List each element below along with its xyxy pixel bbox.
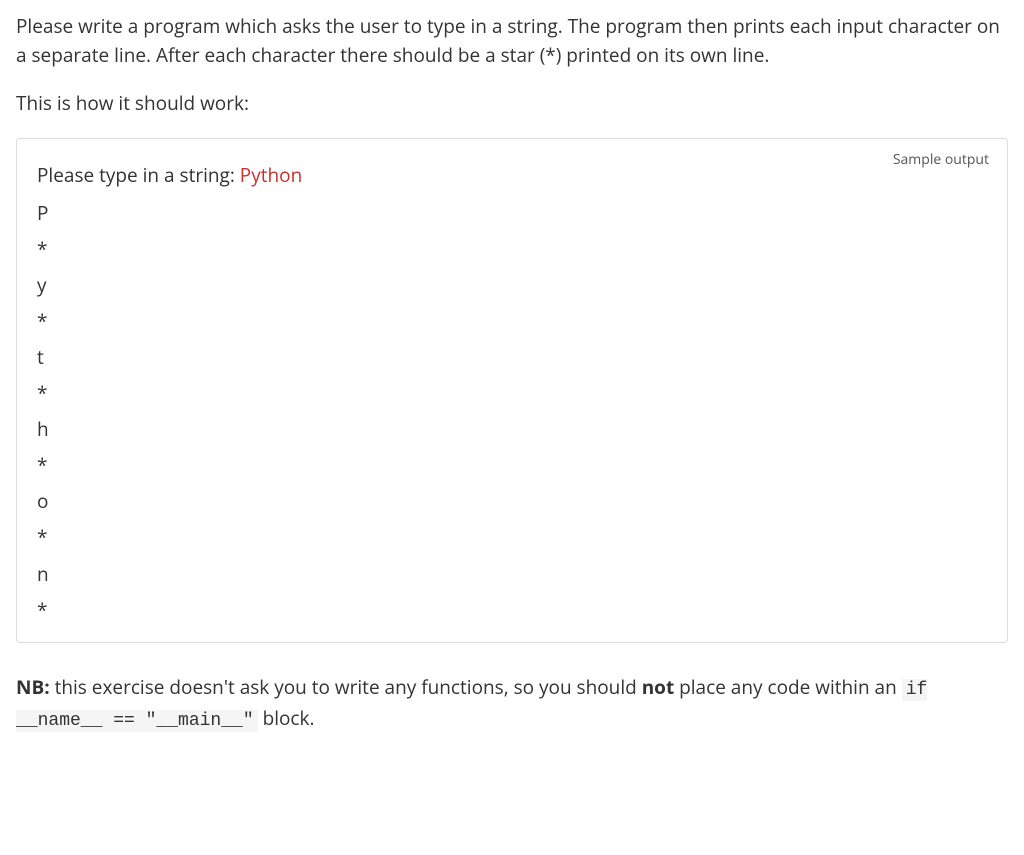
note-text-3: block. [258,705,315,731]
output-line: * [37,592,987,628]
output-line: * [37,231,987,267]
output-line: o [37,483,987,519]
prompt-line: Please type in a string: Python [37,157,987,193]
output-line: P [37,195,987,231]
user-input: Python [240,162,302,188]
output-line: n [37,556,987,592]
note-text-1: this exercise doesn't ask you to write a… [50,674,642,700]
exercise-description: Please write a program which asks the us… [16,12,1008,69]
note-text-2: place any code within an [674,674,902,700]
output-line: t [37,339,987,375]
note-bold: not [642,674,675,700]
output-line: y [37,267,987,303]
sample-output-label: Sample output [893,149,989,170]
prompt-text: Please type in a string: [37,162,240,188]
sample-output-box: Sample output Please type in a string: P… [16,138,1008,643]
sample-output-content: Please type in a string: Python P * y * … [37,157,987,628]
output-line: h [37,411,987,447]
output-line: * [37,519,987,555]
exercise-intro-line: This is how it should work: [16,89,1008,118]
note-prefix: NB: [16,674,50,700]
output-line: * [37,375,987,411]
output-line: * [37,447,987,483]
output-line: * [37,303,987,339]
note-paragraph: NB: this exercise doesn't ask you to wri… [16,673,1008,735]
